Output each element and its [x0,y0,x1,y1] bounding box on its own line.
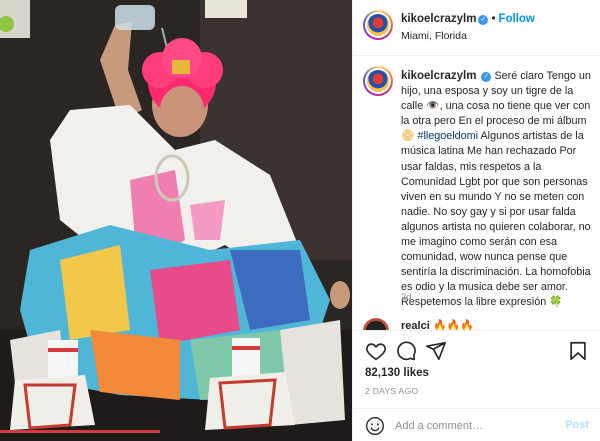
post-timestamp[interactable]: 2 DAYS AGO [365,386,418,396]
post-header: kikoelcrazylm ✓ • Follow Miami, Florida [353,0,600,56]
author-avatar[interactable] [363,10,393,40]
comment-text: 🔥🔥🔥 [433,320,475,330]
likes-count[interactable]: 82,130 likes [365,367,429,379]
emoji-button[interactable] [365,416,385,436]
post-comment-button[interactable]: Post [565,419,589,431]
commenter-avatar[interactable] [363,318,389,330]
post-actions: 82,130 likes 2 DAYS AGO Post [353,330,600,441]
comment-button[interactable] [395,340,417,362]
comment-item: realci 🔥🔥🔥 [363,318,599,330]
post-photo-illustration [0,0,352,441]
heart-icon [366,343,386,361]
emoji-icon [366,417,384,435]
comments-section[interactable]: kikoelcrazylm ✓ Seré claro Tengo un hijo,… [353,56,600,330]
commenter-username[interactable]: realci [401,320,430,330]
bookmark-icon [570,341,586,361]
share-button[interactable] [425,340,447,362]
author-username[interactable]: kikoelcrazylm [401,13,476,25]
caption-age: 2d [401,292,412,303]
author-line: kikoelcrazylm ✓ • Follow [401,13,535,25]
like-button[interactable] [365,340,387,362]
post-location[interactable]: Miami, Florida [401,30,467,42]
follow-button[interactable]: Follow [498,13,534,25]
add-comment-bar: Post [353,408,600,441]
caption-author-avatar[interactable] [363,66,393,96]
post-photo[interactable] [0,0,352,441]
share-icon [426,341,446,361]
caption-text-2: Algunos artistas de la música latina Me … [401,130,591,309]
post-caption: kikoelcrazylm ✓ Seré claro Tengo un hijo,… [401,69,597,311]
comment-icon [397,341,416,361]
post-details-panel: kikoelcrazylm ✓ • Follow Miami, Florida kik… [352,0,600,441]
verified-icon: ✓ [481,72,492,82]
verified-icon: ✓ [478,15,489,25]
caption-hashtag[interactable]: #llegoeldomi [417,130,478,142]
comment-input[interactable] [395,417,555,435]
save-button[interactable] [567,340,589,362]
caption-username[interactable]: kikoelcrazylm [401,70,476,82]
separator-dot: • [491,13,496,25]
